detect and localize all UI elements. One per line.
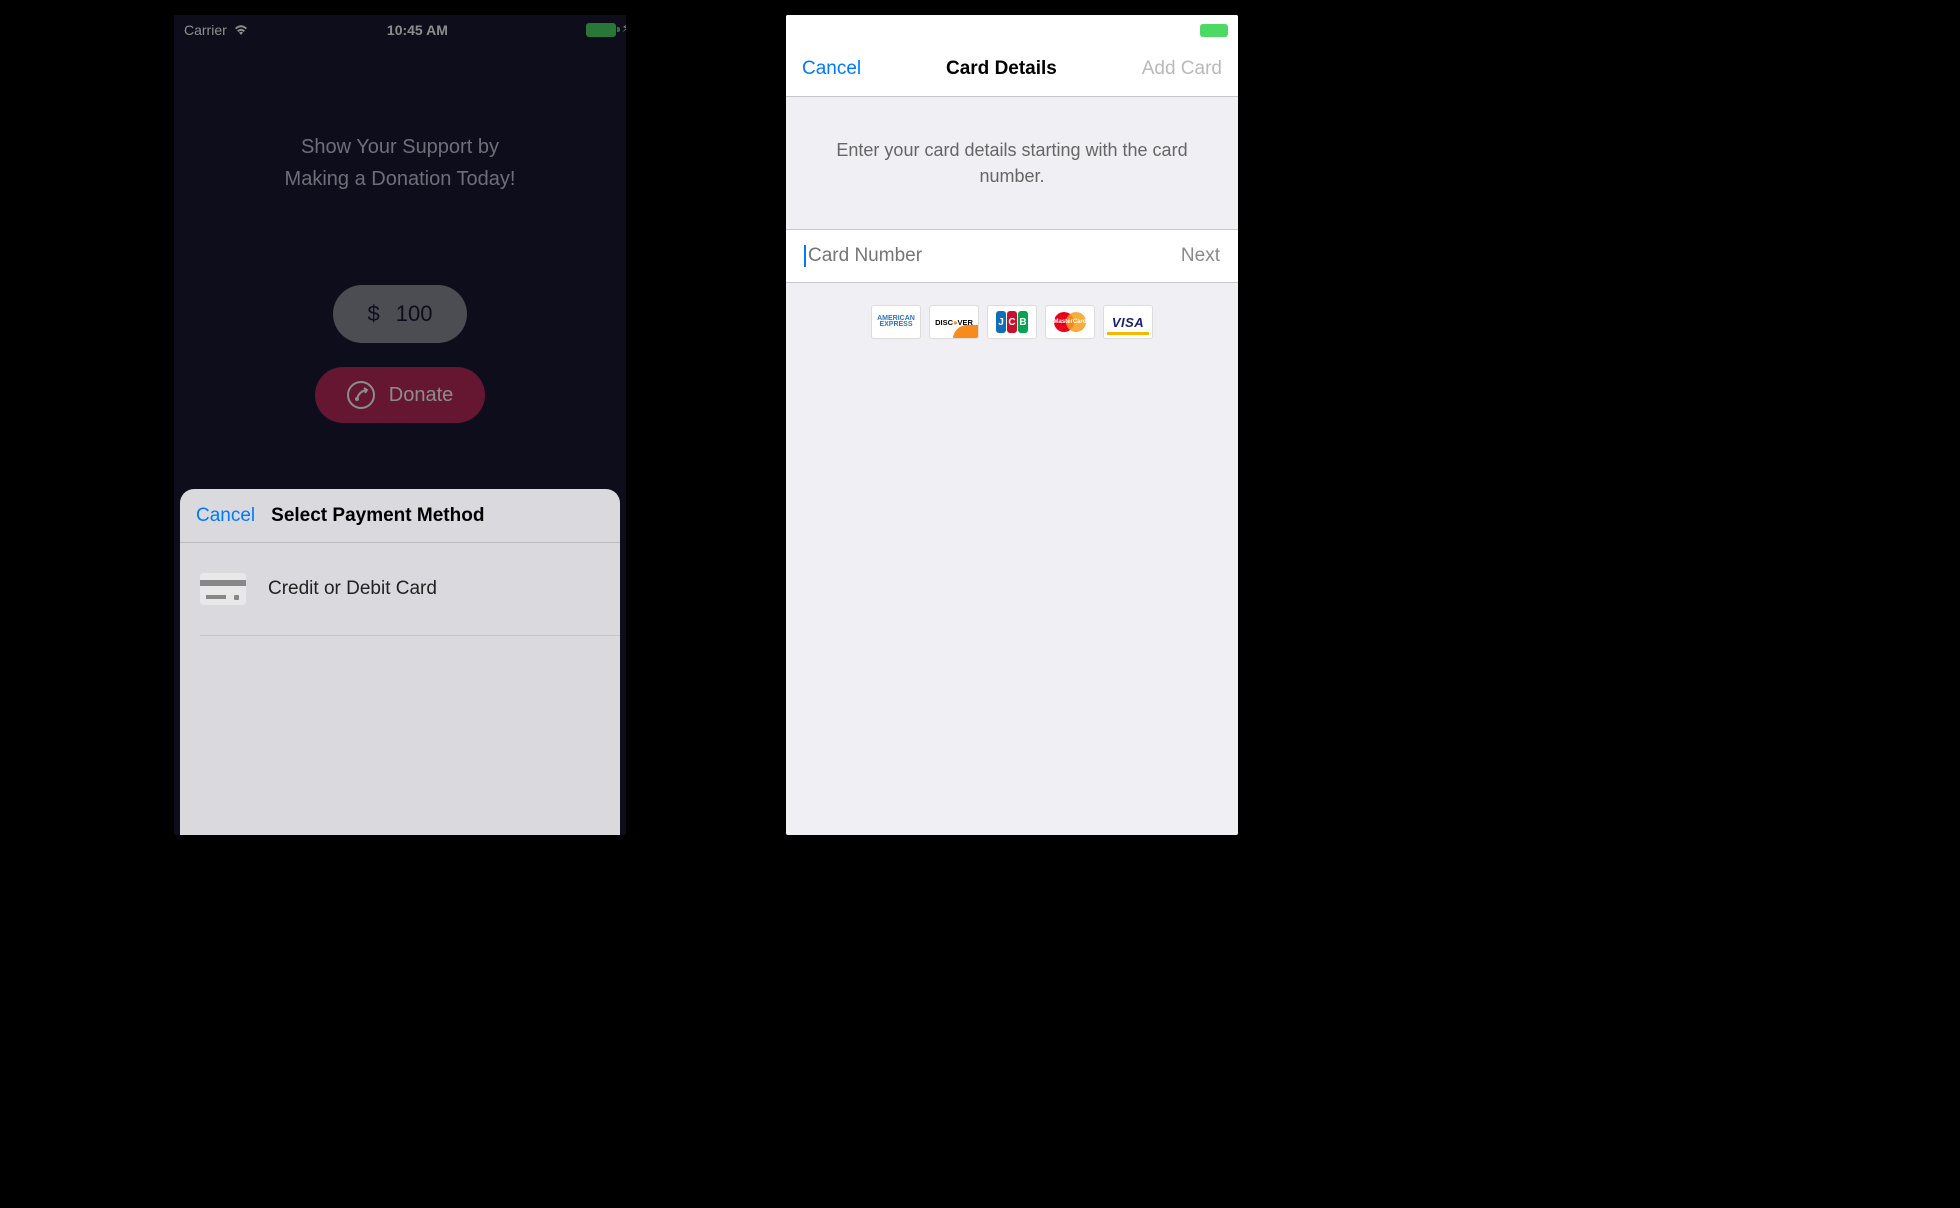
cancel-button[interactable]: Cancel bbox=[196, 505, 255, 527]
mastercard-logo: MasterCard bbox=[1045, 305, 1095, 339]
credit-card-icon bbox=[200, 573, 246, 605]
payment-option-label: Credit or Debit Card bbox=[268, 578, 437, 600]
status-bar bbox=[786, 15, 1238, 41]
payment-option-card[interactable]: Credit or Debit Card bbox=[200, 543, 620, 636]
battery-icon bbox=[1200, 24, 1228, 37]
card-details-screen: Cancel Card Details Add Card Enter your … bbox=[786, 15, 1238, 835]
card-number-row: Next bbox=[786, 229, 1238, 283]
card-number-input[interactable] bbox=[804, 245, 1058, 267]
text-cursor bbox=[804, 245, 806, 267]
card-brand-logos: AMERICANEXPRESS DISC●VER J C B MasterCar… bbox=[786, 305, 1238, 339]
instruction-text: Enter your card details starting with th… bbox=[786, 97, 1238, 229]
add-card-button[interactable]: Add Card bbox=[1142, 58, 1222, 80]
card-number-field[interactable] bbox=[808, 245, 1058, 267]
jcb-logo: J C B bbox=[987, 305, 1037, 339]
nav-bar: Cancel Card Details Add Card bbox=[786, 41, 1238, 97]
sheet-title: Select Payment Method bbox=[271, 505, 484, 527]
visa-logo: VISA bbox=[1103, 305, 1153, 339]
cancel-button[interactable]: Cancel bbox=[802, 58, 861, 80]
donation-screen: Carrier 10:45 AM ⚡︎ Show Your Support by… bbox=[174, 15, 626, 835]
amex-logo: AMERICANEXPRESS bbox=[871, 305, 921, 339]
page-title: Card Details bbox=[946, 58, 1057, 80]
payment-method-sheet: Cancel Select Payment Method Credit or D… bbox=[180, 489, 620, 835]
discover-logo: DISC●VER bbox=[929, 305, 979, 339]
next-button[interactable]: Next bbox=[1181, 245, 1220, 267]
sheet-header: Cancel Select Payment Method bbox=[180, 489, 620, 543]
